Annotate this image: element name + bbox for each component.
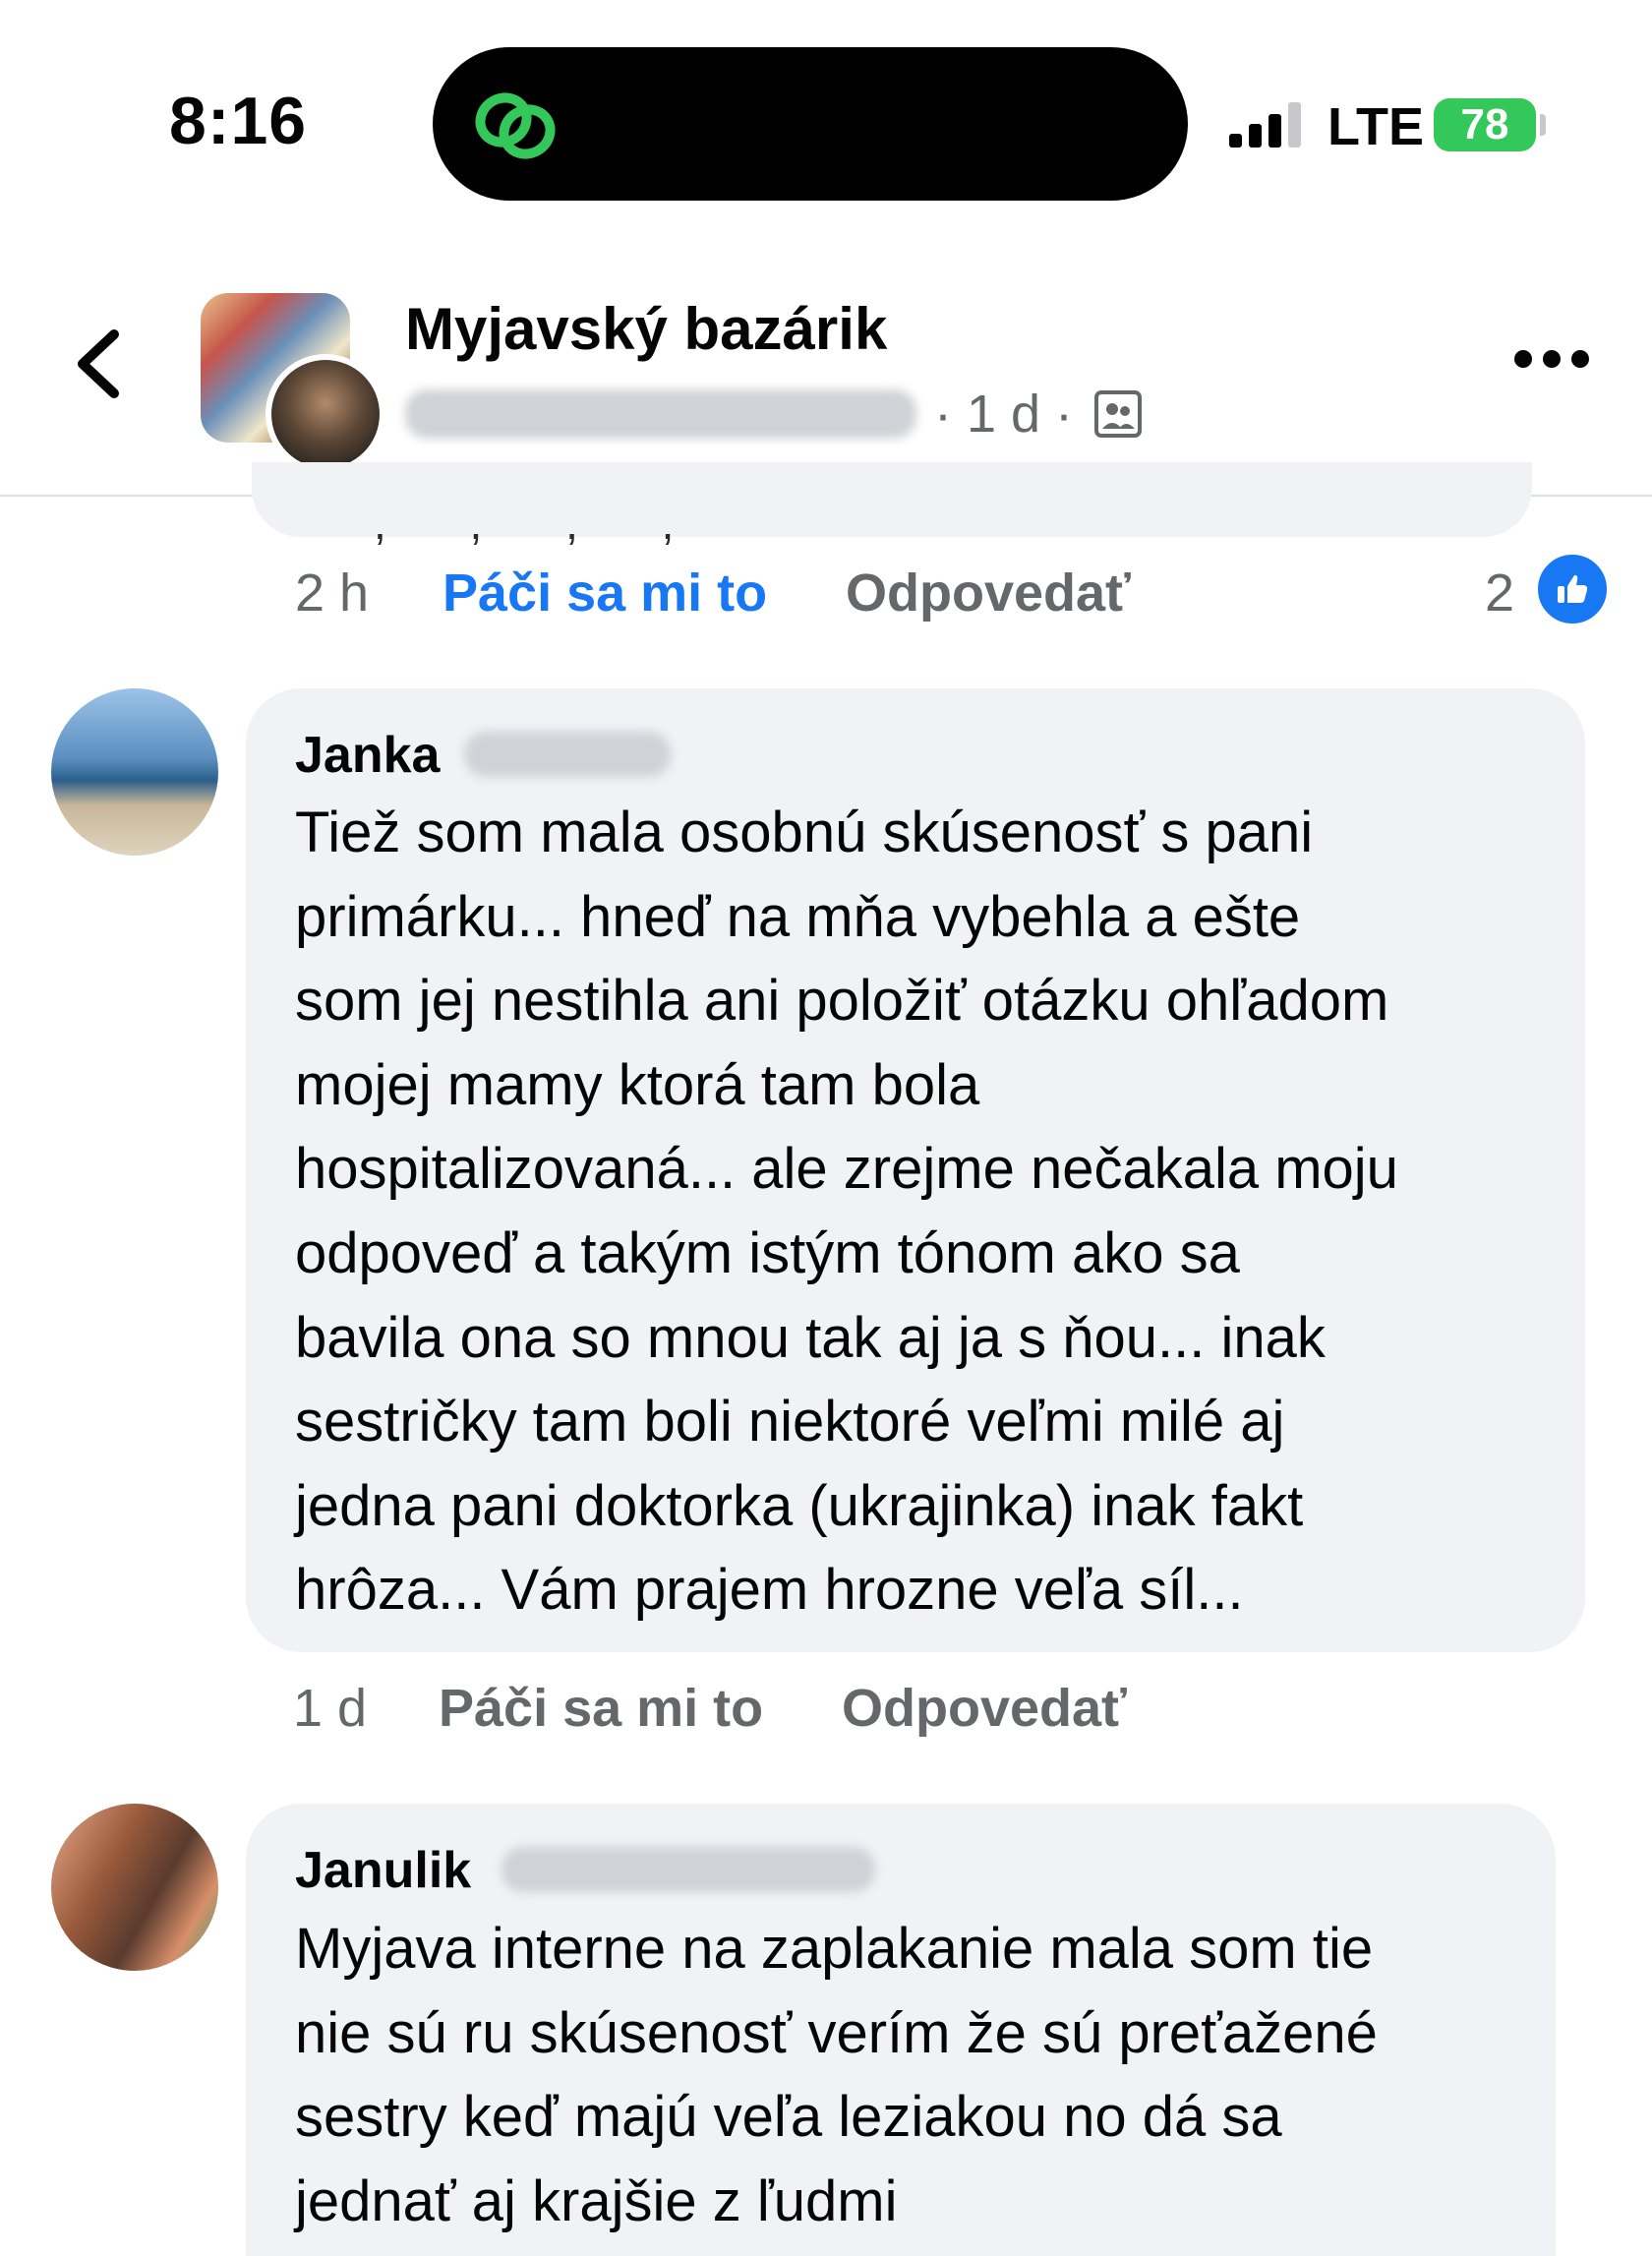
like-button[interactable]: Páči sa mi to [442, 563, 767, 623]
clipped-text: , , , , [374, 498, 710, 549]
group-members-icon [1094, 390, 1142, 438]
commenter-avatar[interactable] [51, 1804, 218, 1971]
chevron-left-icon[interactable] [69, 325, 128, 403]
poster-avatar[interactable] [266, 354, 385, 474]
author-surname-redacted [464, 732, 671, 777]
post-age: · 1 d · [934, 385, 1074, 444]
group-name[interactable]: Myjavský bazárik [405, 295, 887, 363]
network-type: LTE [1328, 97, 1424, 156]
comment-text: Myjava interne na zaplakanie mala som ti… [295, 1917, 1378, 2233]
dynamic-island [433, 47, 1188, 201]
battery-icon: 78 [1434, 98, 1536, 151]
reaction-count[interactable]: 2 [1485, 563, 1514, 623]
comment-author[interactable]: Janka [295, 726, 440, 785]
author-surname-redacted [502, 1847, 875, 1892]
reply-button[interactable]: Odpovedať [846, 563, 1131, 623]
comment-time: 1 d [293, 1679, 368, 1738]
comment-author[interactable]: Janulik [295, 1841, 471, 1900]
status-time: 8:16 [169, 84, 308, 158]
reply-button[interactable]: Odpovedať [842, 1678, 1127, 1739]
battery-tip [1540, 114, 1546, 136]
battery-level: 78 [1460, 100, 1509, 148]
more-dots-icon[interactable] [1514, 344, 1589, 374]
signal-icon [1229, 102, 1308, 148]
comment-text: Tiež som mala osobnú skúsenosť s pani pr… [295, 801, 1398, 1623]
comment-time: 2 h [295, 564, 370, 623]
thumbs-up-icon[interactable] [1534, 551, 1611, 627]
like-button[interactable]: Páči sa mi to [439, 1678, 763, 1739]
link-chain-icon [475, 92, 556, 159]
poster-name-redacted [405, 389, 916, 439]
commenter-avatar[interactable] [51, 688, 218, 856]
